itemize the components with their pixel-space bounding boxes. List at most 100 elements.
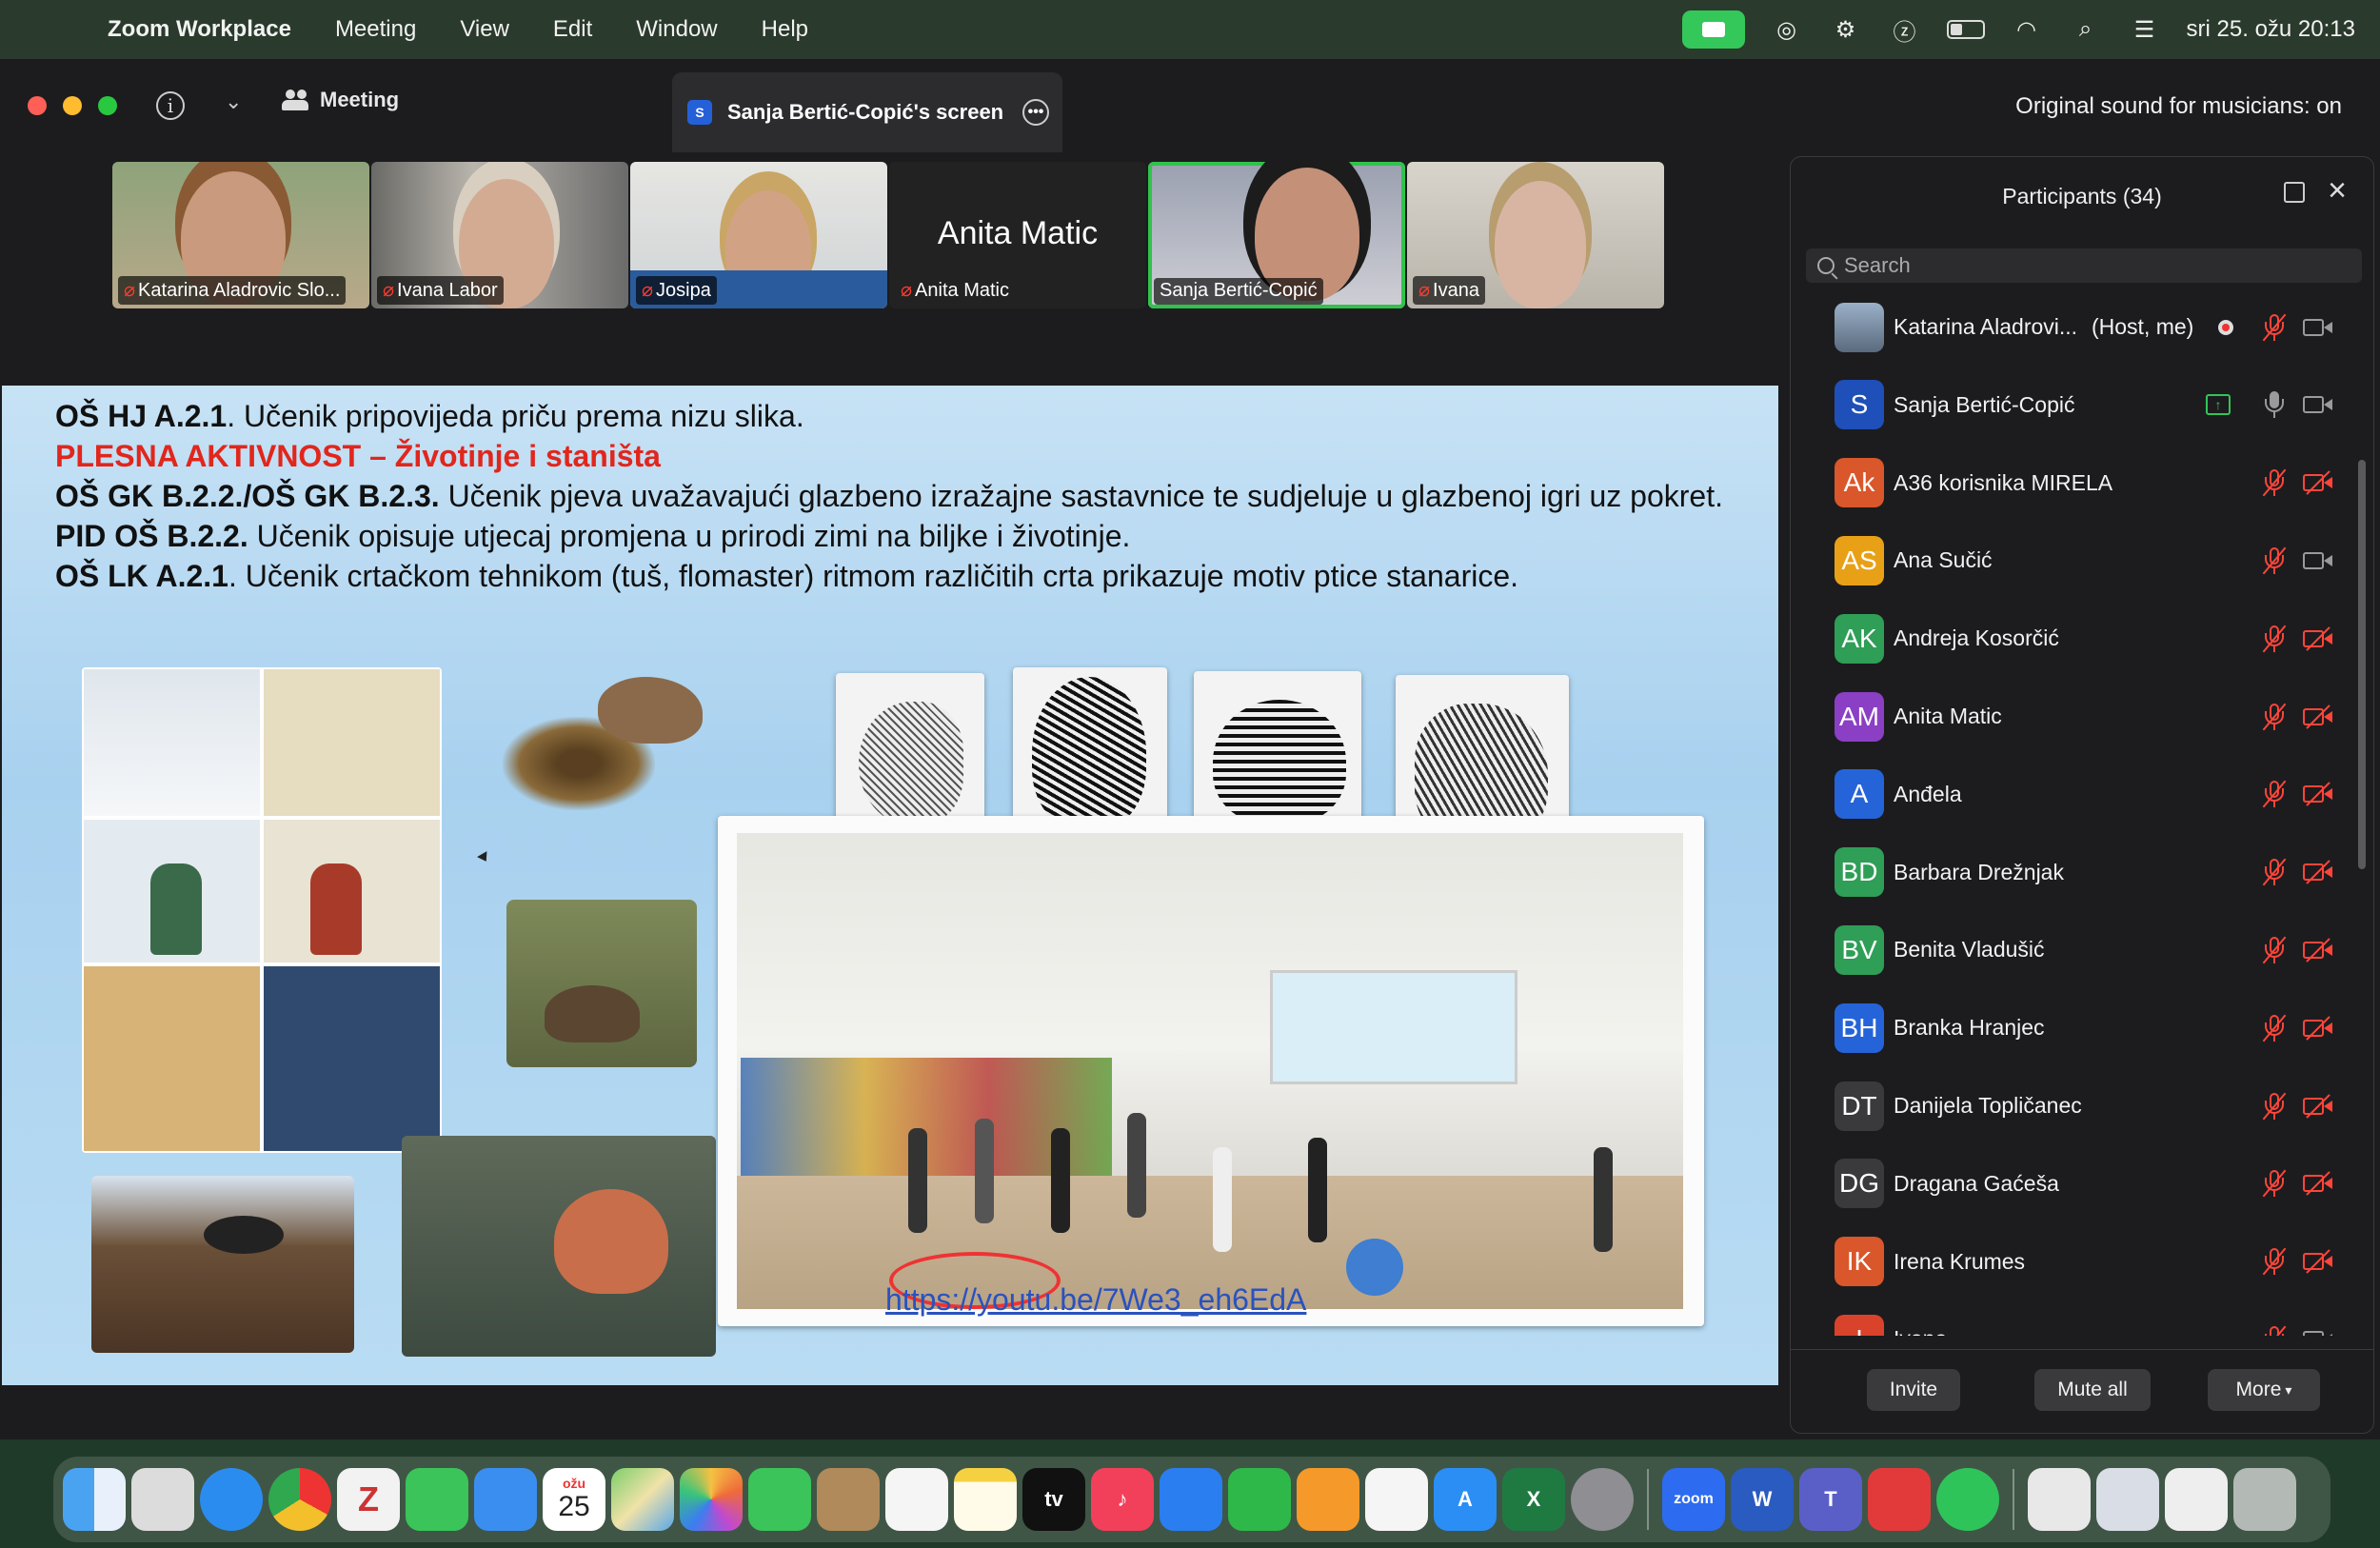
video-off-icon[interactable] bbox=[2303, 625, 2333, 651]
maps-icon[interactable] bbox=[611, 1468, 674, 1531]
video-camera-icon[interactable] bbox=[2303, 550, 2333, 571]
menu-app-name[interactable]: Zoom Workplace bbox=[86, 16, 313, 43]
freeform-icon[interactable] bbox=[1365, 1468, 1428, 1531]
muted-microphone-icon[interactable] bbox=[2261, 467, 2288, 498]
word-icon[interactable]: W bbox=[1731, 1468, 1794, 1531]
recent-document-icon[interactable] bbox=[2165, 1468, 2228, 1531]
facetime-icon[interactable] bbox=[748, 1468, 811, 1531]
close-icon[interactable]: × bbox=[2328, 174, 2347, 207]
app-store-icon[interactable]: A bbox=[1434, 1468, 1497, 1531]
creative-cloud-icon[interactable]: ◎ bbox=[1770, 12, 1804, 47]
participant-row[interactable]: IK Irena Krumes bbox=[1791, 1223, 2362, 1300]
zoom-status-icon[interactable]: ⓩ bbox=[1888, 12, 1922, 47]
mute-all-button[interactable]: Mute all bbox=[2034, 1369, 2151, 1411]
video-off-icon[interactable] bbox=[2303, 1015, 2333, 1041]
apple-tv-icon[interactable]: tv bbox=[1022, 1468, 1085, 1531]
participant-search[interactable] bbox=[1806, 248, 2362, 283]
chevron-down-icon[interactable]: ⌄ bbox=[225, 89, 242, 114]
mail-icon[interactable] bbox=[474, 1468, 537, 1531]
video-tile[interactable]: ⌀ Josipa bbox=[630, 162, 887, 308]
video-off-icon[interactable] bbox=[2303, 860, 2333, 884]
more-options-icon[interactable]: ••• bbox=[1022, 99, 1049, 126]
muted-microphone-icon[interactable] bbox=[2261, 857, 2288, 887]
participant-row[interactable]: AS Ana Sučić bbox=[1791, 522, 2362, 599]
participant-row[interactable]: Ak A36 korisnika MIRELA bbox=[1791, 445, 2362, 522]
wifi-icon[interactable]: ◠ bbox=[2010, 12, 2044, 47]
invite-button[interactable]: Invite bbox=[1867, 1369, 1960, 1411]
video-tile[interactable]: ⌀ Ivana bbox=[1407, 162, 1664, 308]
finder-icon[interactable] bbox=[63, 1468, 126, 1531]
music-icon[interactable]: ♪ bbox=[1091, 1468, 1154, 1531]
notes-icon[interactable] bbox=[954, 1468, 1017, 1531]
more-button[interactable]: More ▾ bbox=[2208, 1369, 2320, 1411]
recent-document-icon[interactable] bbox=[2028, 1468, 2091, 1531]
participant-row[interactable]: DT Danijela Topličanec bbox=[1791, 1067, 2362, 1144]
zotero-icon[interactable]: Z bbox=[337, 1468, 400, 1531]
keynote-icon[interactable] bbox=[1160, 1468, 1222, 1531]
launchpad-icon[interactable] bbox=[131, 1468, 194, 1531]
reminders-icon[interactable] bbox=[885, 1468, 948, 1531]
fullscreen-window-button[interactable] bbox=[98, 96, 117, 115]
meeting-info-icon[interactable]: i bbox=[156, 91, 185, 120]
extensions-icon[interactable]: ⚙ bbox=[1829, 12, 1863, 47]
whatsapp-icon[interactable] bbox=[1936, 1468, 1999, 1531]
participant-row[interactable]: DG Dragana Gaćeša bbox=[1791, 1145, 2362, 1222]
numbers-icon[interactable] bbox=[1228, 1468, 1291, 1531]
close-window-button[interactable] bbox=[28, 96, 47, 115]
menu-clock[interactable]: sri 25. ožu 20:13 bbox=[2187, 16, 2355, 43]
menu-help[interactable]: Help bbox=[740, 16, 830, 43]
participant-row[interactable]: BD Barbara Drežnjak bbox=[1791, 834, 2362, 911]
participant-row[interactable]: AM Anita Matic bbox=[1791, 678, 2362, 755]
menu-meeting[interactable]: Meeting bbox=[313, 16, 438, 43]
photos-icon[interactable] bbox=[680, 1468, 743, 1531]
meeting-tab[interactable]: Meeting bbox=[282, 88, 399, 112]
spotlight-icon[interactable]: ⌕ bbox=[2069, 12, 2103, 47]
muted-microphone-icon[interactable] bbox=[2261, 1013, 2288, 1043]
participant-row[interactable]: S Sanja Bertić-Copić ↑ bbox=[1791, 367, 2362, 444]
excel-icon[interactable]: X bbox=[1502, 1468, 1565, 1531]
contacts-icon[interactable] bbox=[817, 1468, 880, 1531]
participant-row[interactable]: Katarina Aladrovi... (Host, me) bbox=[1791, 288, 2362, 366]
video-camera-icon[interactable] bbox=[2303, 394, 2333, 415]
scrollbar[interactable] bbox=[2358, 460, 2366, 869]
control-center-icon[interactable]: ☰ bbox=[2128, 12, 2162, 47]
muted-microphone-icon[interactable] bbox=[2261, 779, 2288, 809]
video-tile[interactable]: ⌀ Katarina Aladrovic Slo... bbox=[112, 162, 369, 308]
muted-microphone-icon[interactable] bbox=[2261, 1091, 2288, 1121]
muted-microphone-icon[interactable] bbox=[2261, 624, 2288, 654]
popout-icon[interactable] bbox=[2284, 182, 2305, 203]
calendar-icon[interactable]: ožu 25 bbox=[543, 1468, 605, 1531]
muted-microphone-icon[interactable] bbox=[2261, 1168, 2288, 1199]
muted-microphone-icon[interactable] bbox=[2261, 546, 2288, 576]
muted-microphone-icon[interactable] bbox=[2261, 312, 2288, 343]
trash-icon[interactable] bbox=[2233, 1468, 2296, 1531]
video-off-icon[interactable] bbox=[2303, 1093, 2333, 1119]
safari-icon[interactable] bbox=[200, 1468, 263, 1531]
muted-microphone-icon[interactable] bbox=[2261, 702, 2288, 732]
video-off-icon[interactable] bbox=[2303, 782, 2333, 807]
muted-microphone-icon[interactable] bbox=[2261, 1324, 2288, 1336]
video-camera-icon[interactable] bbox=[2303, 317, 2333, 338]
messages-icon[interactable] bbox=[406, 1468, 468, 1531]
microphone-icon[interactable] bbox=[2261, 389, 2288, 420]
acrobat-icon[interactable] bbox=[1868, 1468, 1931, 1531]
shared-screen-tab[interactable]: S Sanja Bertić-Copić's screen ••• bbox=[672, 72, 1062, 152]
recent-document-icon[interactable] bbox=[2096, 1468, 2159, 1531]
participant-row[interactable]: A Anđela bbox=[1791, 756, 2362, 833]
participant-row[interactable]: BH Branka Hranjec bbox=[1791, 989, 2362, 1066]
participant-row[interactable]: AK Andreja Kosorčić bbox=[1791, 600, 2362, 677]
zoom-icon[interactable]: zoom bbox=[1662, 1468, 1725, 1531]
menu-view[interactable]: View bbox=[438, 16, 531, 43]
muted-microphone-icon[interactable] bbox=[2261, 935, 2288, 965]
participant-row[interactable]: I Ivana bbox=[1791, 1300, 2362, 1336]
teams-icon[interactable]: T bbox=[1799, 1468, 1862, 1531]
search-input[interactable] bbox=[1844, 253, 2339, 278]
menu-edit[interactable]: Edit bbox=[531, 16, 614, 43]
participant-row[interactable]: BV Benita Vladušić bbox=[1791, 911, 2362, 988]
system-settings-icon[interactable] bbox=[1571, 1468, 1634, 1531]
video-camera-icon[interactable] bbox=[2303, 1329, 2333, 1336]
video-off-icon[interactable] bbox=[2303, 1249, 2333, 1274]
pages-icon[interactable] bbox=[1297, 1468, 1359, 1531]
youtube-link[interactable]: https://youtu.be/7We3_eh6EdA bbox=[885, 1282, 1306, 1318]
minimize-window-button[interactable] bbox=[63, 96, 82, 115]
